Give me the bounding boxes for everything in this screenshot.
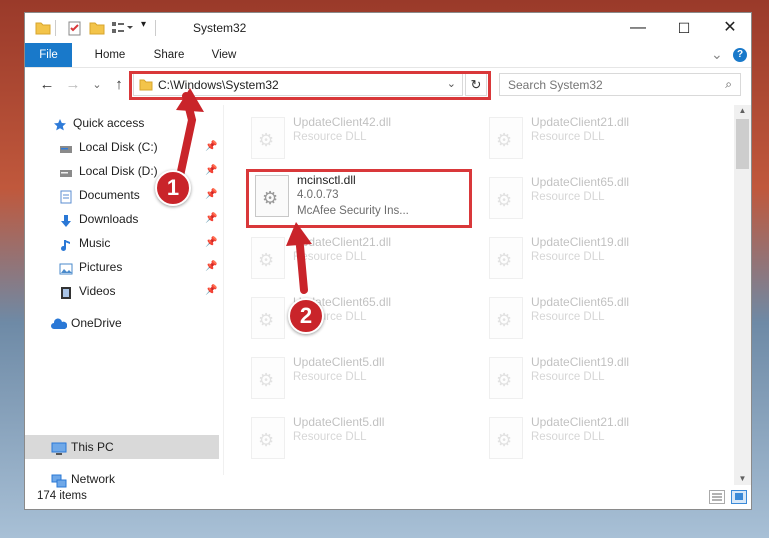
step-2-badge: 2 bbox=[288, 298, 324, 334]
tutorial-arrows bbox=[176, 88, 312, 294]
arrow-to-file bbox=[296, 242, 308, 294]
step-1-badge: 1 bbox=[155, 170, 191, 206]
arrow-to-file-head bbox=[286, 222, 312, 246]
arrow-to-address-head bbox=[176, 88, 204, 112]
